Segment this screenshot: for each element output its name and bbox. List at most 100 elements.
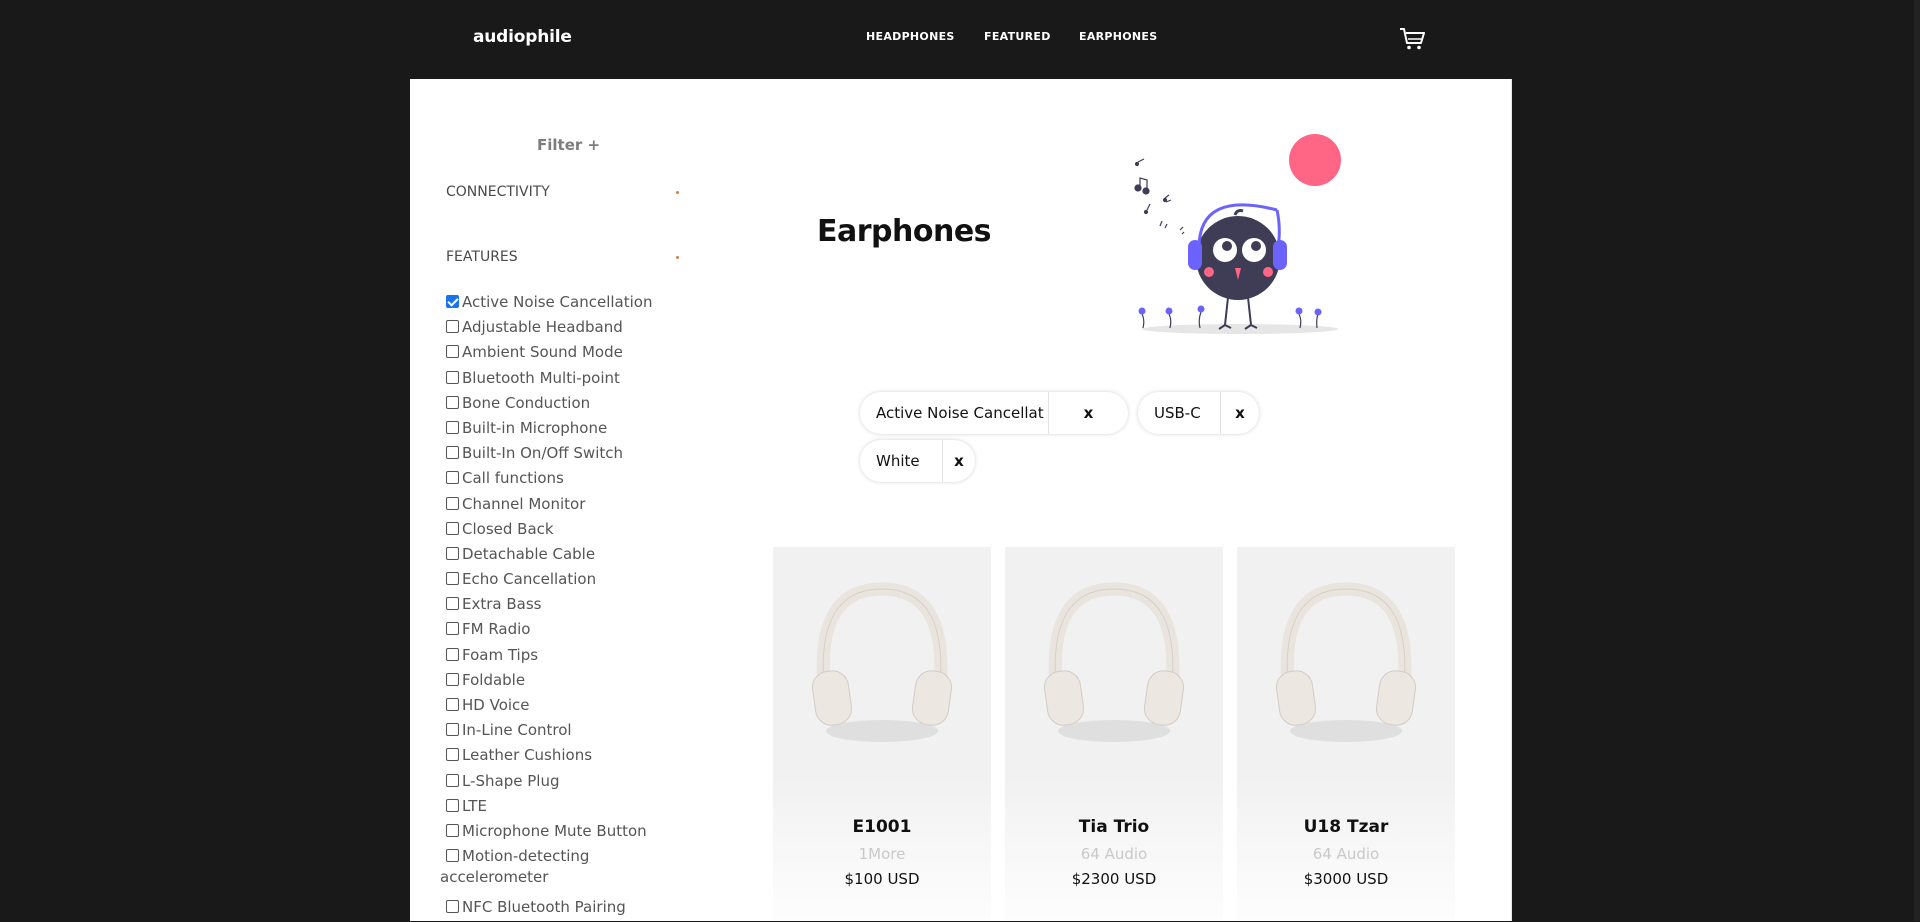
checkbox-label[interactable]: Channel Monitor bbox=[462, 495, 585, 513]
checkbox-label[interactable]: Microphone Mute Button bbox=[462, 822, 647, 840]
feature-checkbox[interactable] bbox=[446, 572, 459, 586]
checkbox-label[interactable]: In-Line Control bbox=[462, 721, 572, 739]
checkbox-label[interactable]: L-Shape Plug bbox=[462, 772, 560, 790]
checkbox-label[interactable]: Leather Cushions bbox=[462, 746, 592, 764]
logo[interactable]: audiophile bbox=[473, 27, 572, 47]
feature-checkbox[interactable] bbox=[446, 622, 459, 636]
list-item: Closed Back bbox=[446, 519, 686, 544]
chip-remove-button[interactable]: x bbox=[1048, 392, 1128, 434]
checkbox-label[interactable]: Foldable bbox=[462, 671, 525, 689]
headphones-product-image bbox=[1275, 582, 1417, 742]
product-name[interactable]: U18 Tzar bbox=[1237, 817, 1455, 837]
headphones-product-image bbox=[811, 582, 953, 742]
filter-toggle[interactable]: Filter + bbox=[537, 136, 600, 154]
feature-checkbox[interactable] bbox=[446, 521, 459, 535]
feature-checkbox[interactable] bbox=[446, 345, 459, 359]
checkbox-label[interactable]: Bluetooth Multi-point bbox=[462, 369, 620, 387]
chip-remove-button[interactable]: x bbox=[1220, 392, 1259, 434]
list-item: Microphone Mute Button bbox=[446, 821, 686, 846]
feature-checkbox[interactable] bbox=[446, 849, 459, 863]
list-item: Echo Cancellation bbox=[446, 569, 686, 594]
feature-checkbox[interactable] bbox=[446, 647, 459, 661]
feature-checkbox[interactable] bbox=[446, 597, 459, 611]
product-brand: 64 Audio bbox=[1312, 845, 1380, 863]
scrollbar[interactable] bbox=[1914, 0, 1920, 921]
checkbox-label[interactable]: Echo Cancellation bbox=[462, 570, 596, 588]
product-price: $3000 USD bbox=[1303, 870, 1389, 888]
filter-section-connectivity[interactable]: CONNECTIVITY bbox=[446, 184, 550, 200]
list-item: Foam Tips bbox=[446, 645, 686, 670]
feature-checkbox[interactable] bbox=[446, 446, 459, 460]
checkbox-label[interactable]: Motion-detecting bbox=[462, 847, 589, 865]
feature-checkbox[interactable] bbox=[446, 773, 459, 787]
feature-checkbox[interactable] bbox=[446, 320, 459, 334]
feature-checkbox[interactable] bbox=[446, 823, 459, 837]
list-item: Leather Cushions bbox=[446, 745, 686, 770]
cart-icon[interactable] bbox=[1399, 27, 1425, 51]
checkbox-label[interactable]: FM Radio bbox=[462, 620, 531, 638]
feature-checkbox[interactable] bbox=[446, 672, 459, 686]
checkbox-label[interactable]: Closed Back bbox=[462, 520, 554, 538]
feature-checkbox[interactable] bbox=[446, 899, 459, 913]
top-navbar: audiophile HEADPHONES FEATURED EARPHONES bbox=[0, 0, 1920, 79]
list-item: Bone Conduction bbox=[446, 393, 686, 418]
product-card[interactable]: U18 Tzar 64 Audio $3000 USD bbox=[1237, 547, 1455, 921]
chip-label: Active Noise Cancellat bbox=[876, 404, 1044, 422]
list-item: Built-In On/Off Switch bbox=[446, 443, 686, 468]
expand-dot-icon[interactable] bbox=[676, 191, 679, 194]
checkbox-label[interactable]: Foam Tips bbox=[462, 646, 538, 664]
checkbox-label[interactable]: Call functions bbox=[462, 469, 564, 487]
product-name[interactable]: Tia Trio bbox=[1005, 817, 1223, 837]
checkbox-label[interactable]: Extra Bass bbox=[462, 595, 541, 613]
filter-section-features[interactable]: FEATURES bbox=[446, 249, 518, 265]
checkbox-label[interactable]: Adjustable Headband bbox=[462, 318, 623, 336]
active-filter-chip: Active Noise Cancellat x bbox=[860, 392, 1128, 434]
list-item: Adjustable Headband bbox=[446, 317, 686, 342]
feature-checkbox[interactable] bbox=[446, 546, 459, 560]
list-item: L-Shape Plug bbox=[446, 771, 686, 796]
feature-checkbox[interactable] bbox=[446, 395, 459, 409]
product-name[interactable]: E1001 bbox=[773, 817, 991, 837]
checkbox-label[interactable]: NFC Bluetooth Pairing bbox=[462, 898, 626, 916]
product-price: $100 USD bbox=[844, 870, 920, 888]
page-title: Earphones bbox=[817, 214, 992, 249]
checkbox-label[interactable]: LTE bbox=[462, 797, 487, 815]
list-item: Detachable Cable bbox=[446, 544, 686, 569]
list-item: Call functions bbox=[446, 468, 686, 493]
feature-checkbox[interactable] bbox=[446, 723, 459, 737]
checkbox-label[interactable]: Active Noise Cancellation bbox=[462, 293, 652, 311]
feature-checkbox[interactable] bbox=[446, 798, 459, 812]
panel-edge bbox=[1511, 79, 1512, 921]
chip-label: USB-C bbox=[1154, 404, 1201, 422]
feature-checkbox[interactable] bbox=[446, 370, 459, 384]
checkbox-label[interactable]: Ambient Sound Mode bbox=[462, 343, 623, 361]
chip-label: White bbox=[876, 452, 920, 470]
feature-checkbox[interactable] bbox=[446, 748, 459, 762]
nav-link-earphones[interactable]: EARPHONES bbox=[1079, 30, 1157, 43]
feature-checkbox[interactable] bbox=[446, 420, 459, 434]
feature-checkbox[interactable] bbox=[446, 496, 459, 510]
product-card[interactable]: E1001 1More $100 USD bbox=[773, 547, 991, 921]
list-item: HD Voice bbox=[446, 695, 686, 720]
chip-remove-button[interactable]: x bbox=[942, 440, 975, 482]
checkbox-label[interactable]: Built-In On/Off Switch bbox=[462, 444, 623, 462]
checkbox-label[interactable]: HD Voice bbox=[462, 696, 530, 714]
nav-link-featured[interactable]: FEATURED bbox=[984, 30, 1051, 43]
feature-checkbox[interactable] bbox=[446, 698, 459, 711]
active-filter-chip: White x bbox=[860, 440, 975, 482]
product-price: $2300 USD bbox=[1071, 870, 1157, 888]
product-card[interactable]: Tia Trio 64 Audio $2300 USD bbox=[1005, 547, 1223, 921]
list-item: Foldable bbox=[446, 670, 686, 695]
list-item: Motion-detecting accelerometer bbox=[440, 846, 646, 896]
checkbox-label[interactable]: Detachable Cable bbox=[462, 545, 595, 563]
list-item: LTE bbox=[446, 796, 686, 821]
list-item: Active Noise Cancellation bbox=[446, 292, 686, 317]
feature-checkbox[interactable] bbox=[446, 295, 459, 308]
nav-link-headphones[interactable]: HEADPHONES bbox=[866, 30, 955, 43]
expand-dot-icon[interactable] bbox=[676, 256, 679, 259]
feature-checkbox[interactable] bbox=[446, 471, 459, 485]
list-item: Bluetooth Multi-point bbox=[446, 368, 686, 393]
checkbox-label[interactable]: Bone Conduction bbox=[462, 394, 590, 412]
checkbox-label-continued[interactable]: accelerometer bbox=[440, 868, 548, 886]
checkbox-label[interactable]: Built-in Microphone bbox=[462, 419, 607, 437]
